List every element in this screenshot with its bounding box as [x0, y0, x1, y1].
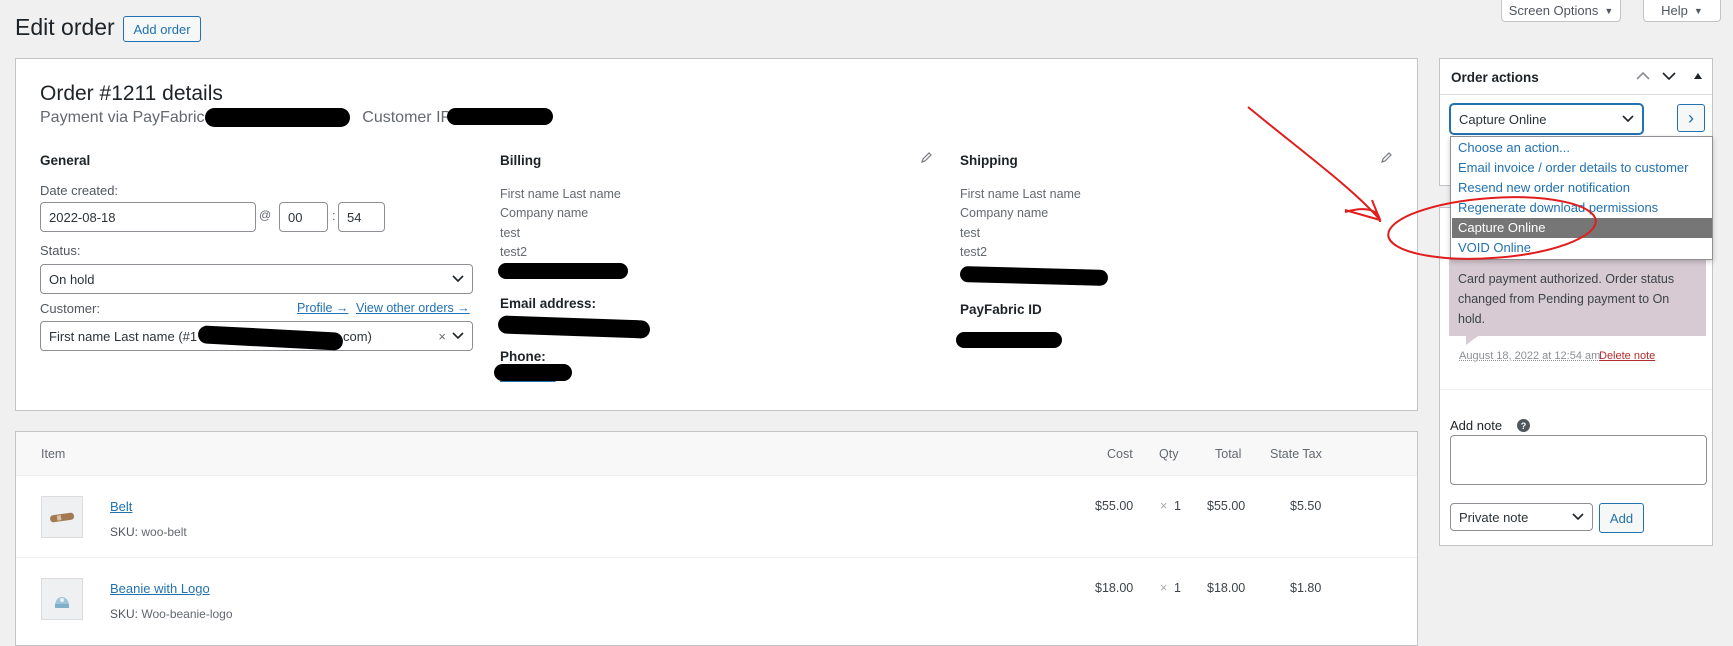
red-annotation	[0, 0, 1733, 641]
